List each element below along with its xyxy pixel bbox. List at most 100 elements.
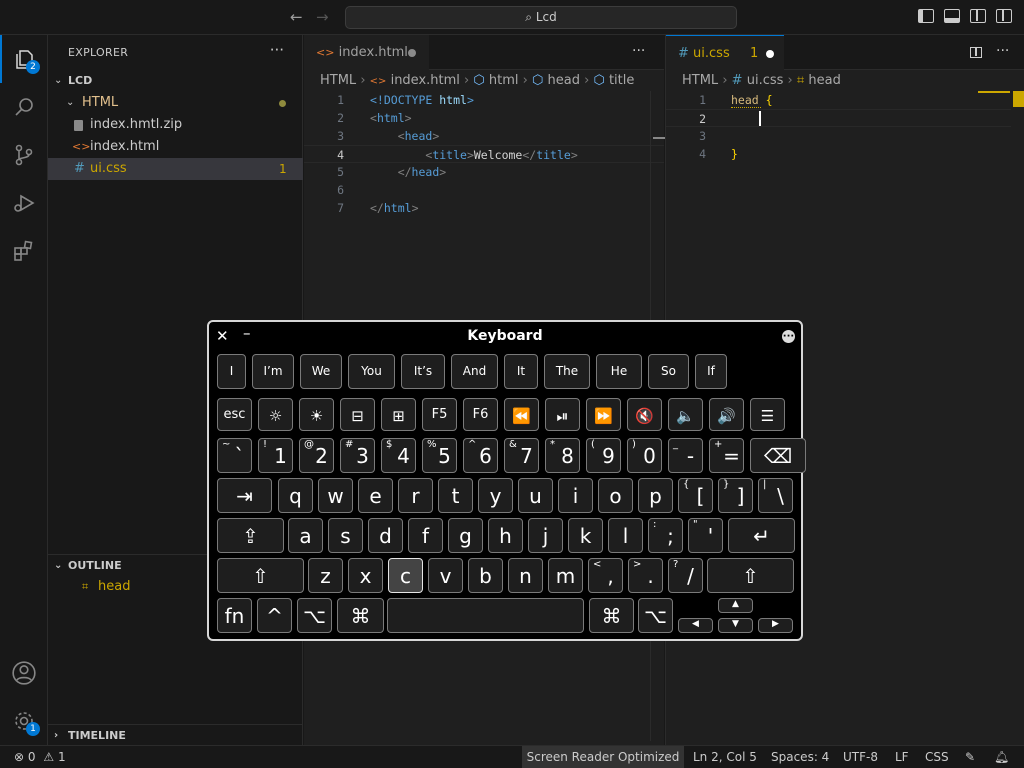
key[interactable]: 8 *	[545, 438, 580, 473]
workspace-root[interactable]: ⌄ LCD	[48, 70, 303, 92]
tree-item-ui-css[interactable]: # ui.css 1	[48, 158, 303, 180]
key[interactable]: g	[448, 518, 483, 553]
key[interactable]: 9(	[586, 438, 621, 473]
settings-gear-icon[interactable]: 1	[0, 697, 48, 745]
key[interactable]: \ |	[758, 478, 793, 513]
cursor-position[interactable]: Ln 2, Col 5	[693, 746, 757, 768]
key[interactable]: ` ~	[217, 438, 252, 473]
code-line[interactable]: 7 </html>	[304, 199, 664, 217]
unsaved-dot-icon[interactable]	[408, 49, 416, 57]
toggle-primary-sidebar-icon[interactable]	[918, 9, 934, 23]
function-key[interactable]: esc	[217, 398, 252, 431]
function-key[interactable]: ☼	[258, 398, 293, 431]
key[interactable]: f	[408, 518, 443, 553]
suggestion-key[interactable]: The	[544, 354, 590, 389]
code-line[interactable]: 4}	[666, 145, 1011, 163]
shift-left-key[interactable]: ⇧	[217, 558, 304, 593]
notifications-bell-icon[interactable]: 🔔︎	[994, 746, 1009, 768]
scrollbar-right[interactable]	[1011, 91, 1024, 741]
split-editor-icon[interactable]	[970, 47, 982, 58]
eol-status[interactable]: LF	[895, 746, 909, 768]
function-key[interactable]: ☀	[299, 398, 334, 431]
function-key[interactable]: F5	[422, 398, 457, 431]
arrow-down-key[interactable]: ▼	[718, 618, 753, 633]
function-key[interactable]: 🔇	[627, 398, 662, 431]
key[interactable]: , <	[588, 558, 623, 593]
code-line[interactable]: 4 <title>Welcome</title>	[304, 145, 664, 163]
option-key[interactable]: ⌥	[297, 598, 332, 633]
tab-index-html[interactable]: <> index.html	[304, 35, 429, 70]
suggestion-key[interactable]: I’m	[252, 354, 294, 389]
key[interactable]: 1!	[258, 438, 293, 473]
key[interactable]: w	[318, 478, 353, 513]
suggestion-key[interactable]: If	[695, 354, 727, 389]
function-key[interactable]: ⏩	[586, 398, 621, 431]
code-line[interactable]: 3 <head>	[304, 127, 664, 145]
key[interactable]: = +	[709, 438, 744, 473]
key[interactable]: z	[308, 558, 343, 593]
code-line[interactable]: 3	[666, 127, 1011, 145]
breadcrumb-item[interactable]: html	[489, 73, 519, 88]
shift-right-key[interactable]: ⇧	[707, 558, 794, 593]
function-key[interactable]: ☰	[750, 398, 785, 431]
function-key[interactable]: ⏪	[504, 398, 539, 431]
breadcrumb-item[interactable]: title	[609, 73, 634, 88]
problems-indicator[interactable]: ⊗ 0 ⚠ 1	[14, 746, 66, 768]
arrow-right-key[interactable]: ▶	[758, 618, 793, 633]
key[interactable]: 7 &	[504, 438, 539, 473]
code-line[interactable]: 6	[304, 181, 664, 199]
explorer-icon[interactable]: 2	[0, 35, 48, 83]
forward-arrow-icon[interactable]: →	[316, 8, 329, 26]
search-icon[interactable]	[0, 83, 48, 131]
key[interactable]: . >	[628, 558, 663, 593]
timeline-section-header[interactable]: › TIMELINE	[48, 724, 303, 746]
key[interactable]: ' "	[688, 518, 723, 553]
tab-key[interactable]: ⇥	[217, 478, 272, 513]
key[interactable]: v	[428, 558, 463, 593]
unsaved-dot-icon[interactable]	[766, 50, 774, 58]
key[interactable]: 5%	[422, 438, 457, 473]
more-actions-icon[interactable]: ···	[632, 43, 645, 59]
extensions-icon[interactable]	[0, 227, 48, 275]
suggestion-key[interactable]: You	[348, 354, 395, 389]
feedback-icon[interactable]: ✎	[965, 746, 975, 768]
fn-key[interactable]: fn	[217, 598, 252, 633]
suggestion-key[interactable]: And	[451, 354, 498, 389]
breadcrumb-item[interactable]: head	[808, 73, 840, 88]
code-line[interactable]: 5 </head>	[304, 163, 664, 181]
language-mode[interactable]: CSS	[925, 746, 949, 768]
back-arrow-icon[interactable]: ←	[290, 8, 303, 26]
key[interactable]: a	[288, 518, 323, 553]
suggestion-key[interactable]: It	[504, 354, 538, 389]
command-key[interactable]: ⌘	[337, 598, 384, 633]
return-key[interactable]: ↵	[728, 518, 795, 553]
key[interactable]: m	[548, 558, 583, 593]
more-actions-icon[interactable]: ···	[996, 43, 1009, 59]
suggestion-key[interactable]: He	[596, 354, 642, 389]
key[interactable]: y	[478, 478, 513, 513]
key[interactable]: 6 ^	[463, 438, 498, 473]
key[interactable]: - _	[668, 438, 703, 473]
key[interactable]: t	[438, 478, 473, 513]
key[interactable]: 0)	[627, 438, 662, 473]
function-key[interactable]: 🔊	[709, 398, 744, 431]
code-line[interactable]: 1 head {	[666, 91, 1011, 109]
suggestion-key[interactable]: I	[217, 354, 246, 389]
key[interactable]: h	[488, 518, 523, 553]
toggle-secondary-sidebar-icon[interactable]	[970, 9, 986, 23]
suggestion-key[interactable]: So	[648, 354, 689, 389]
space-key[interactable]	[387, 598, 584, 633]
customize-layout-icon[interactable]	[996, 9, 1012, 23]
encoding-status[interactable]: UTF-8	[843, 746, 878, 768]
arrow-left-key[interactable]: ◀	[678, 618, 713, 633]
suggestion-key[interactable]: It’s	[401, 354, 445, 389]
key[interactable]: x	[348, 558, 383, 593]
key[interactable]: k	[568, 518, 603, 553]
suggestion-key[interactable]: We	[300, 354, 342, 389]
accounts-icon[interactable]	[0, 649, 48, 697]
option-right-key[interactable]: ⌥	[638, 598, 673, 633]
function-key[interactable]: ⊟	[340, 398, 375, 431]
key[interactable]: o	[598, 478, 633, 513]
key[interactable]: 3 #	[340, 438, 375, 473]
breadcrumb-item[interactable]: index.html	[391, 73, 460, 88]
